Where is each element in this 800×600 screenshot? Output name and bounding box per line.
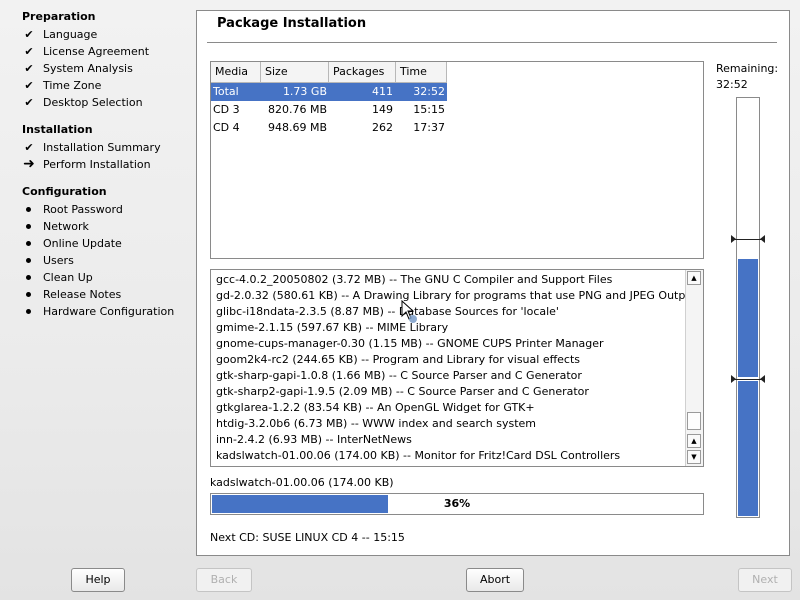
- column-header-time[interactable]: Time: [396, 62, 447, 82]
- mouse-cursor-icon: [401, 300, 417, 323]
- cell-time: 17:37: [413, 121, 445, 134]
- checkmark-icon: ✔: [24, 96, 34, 109]
- sidebar-item-network: Network: [43, 220, 89, 233]
- cell-media: CD 4: [213, 121, 240, 134]
- bullet-icon: [26, 275, 31, 280]
- list-item: inn-2.4.2 (6.93 MB) -- InterNetNews: [216, 433, 412, 446]
- cell-packages: 149: [372, 103, 393, 116]
- table-row[interactable]: CD 3 820.76 MB 149 15:15: [211, 101, 447, 119]
- sidebar-item-root-password: Root Password: [43, 203, 123, 216]
- column-header-size[interactable]: Size: [261, 62, 329, 82]
- sidebar-item-online-update: Online Update: [43, 237, 122, 250]
- remaining-time-bar: [731, 97, 765, 518]
- package-progress-bar: 36%: [210, 493, 704, 515]
- checkmark-icon: ✔: [24, 62, 34, 75]
- checkmark-icon: ✔: [24, 28, 34, 41]
- scrollbar-thumb[interactable]: [687, 412, 701, 430]
- help-button[interactable]: Help: [71, 568, 125, 592]
- next-button[interactable]: Next: [738, 568, 792, 592]
- checkmark-icon: ✔: [24, 79, 34, 92]
- bullet-icon: [26, 207, 31, 212]
- cd4-remaining-fill: [738, 381, 758, 516]
- sidebar-item-license-agreement: License Agreement: [43, 45, 150, 58]
- sidebar: Preparation ✔ Language ✔ License Agreeme…: [0, 0, 190, 560]
- sidebar-item-hardware-configuration: Hardware Configuration: [43, 305, 175, 318]
- list-item: kadslwatch-01.00.06 (174.00 KB) -- Monit…: [216, 449, 621, 462]
- sidebar-item-users: Users: [43, 254, 74, 267]
- list-item: htdig-3.2.0b6 (6.73 MB) -- WWW index and…: [216, 417, 536, 430]
- column-header-packages[interactable]: Packages: [329, 62, 396, 82]
- package-log[interactable]: gcc-4.0.2_20050802 (3.72 MB) -- The GNU …: [210, 269, 704, 467]
- list-item: gd-2.0.32 (580.61 KB) -- A Drawing Libra…: [216, 289, 697, 302]
- cell-size: 1.73 GB: [282, 85, 327, 98]
- list-item: gcc-4.0.2_20050802 (3.72 MB) -- The GNU …: [216, 273, 613, 286]
- sidebar-item-perform-installation: Perform Installation: [43, 158, 151, 171]
- remaining-time: Remaining: 32:52: [716, 61, 778, 93]
- remaining-value: 32:52: [716, 78, 748, 91]
- checkmark-icon: ✔: [24, 141, 34, 154]
- arrow-right-icon: ➜: [23, 156, 35, 172]
- section-title-preparation: Preparation: [22, 10, 96, 23]
- cell-packages: 262: [372, 121, 393, 134]
- bullet-icon: [26, 258, 31, 263]
- list-item: glibc-i18ndata-2.3.5 (8.87 MB) -- Databa…: [216, 305, 559, 318]
- cell-media: CD 3: [213, 103, 240, 116]
- bullet-icon: [26, 292, 31, 297]
- cell-time: 15:15: [413, 103, 445, 116]
- bullet-icon: [26, 224, 31, 229]
- list-item: gtkglarea-1.2.2 (83.54 KB) -- An OpenGL …: [216, 401, 535, 414]
- sidebar-item-time-zone: Time Zone: [43, 79, 102, 92]
- page-title: Package Installation: [217, 16, 367, 31]
- next-cd-label: Next CD: SUSE LINUX CD 4 -- 15:15: [210, 531, 405, 544]
- cd3-remaining-fill: [738, 259, 758, 377]
- cell-media: Total: [213, 85, 239, 98]
- cd-boundary-marker: [731, 375, 765, 383]
- scroll-up-arrow-icon[interactable]: ▲: [687, 271, 701, 285]
- sidebar-item-system-analysis: System Analysis: [43, 62, 133, 75]
- scroll-up-arrow-icon[interactable]: ▲: [687, 434, 701, 448]
- back-button[interactable]: Back: [196, 568, 252, 592]
- table-row[interactable]: CD 4 948.69 MB 262 17:37: [211, 119, 447, 137]
- cd-boundary-marker: [731, 235, 765, 243]
- abort-button[interactable]: Abort: [466, 568, 524, 592]
- sidebar-item-clean-up: Clean Up: [43, 271, 93, 284]
- cell-size: 948.69 MB: [267, 121, 327, 134]
- progress-percent: 36%: [443, 497, 471, 510]
- bullet-icon: [26, 241, 31, 246]
- sidebar-item-language: Language: [43, 28, 98, 41]
- cell-packages: 411: [372, 85, 393, 98]
- checkmark-icon: ✔: [24, 45, 34, 58]
- vertical-scrollbar[interactable]: ▲ ▲ ▼: [685, 270, 703, 466]
- sidebar-item-installation-summary: Installation Summary: [43, 141, 161, 154]
- scroll-down-arrow-icon[interactable]: ▼: [687, 450, 701, 464]
- list-item: gnome-cups-manager-0.30 (1.15 MB) -- GNO…: [216, 337, 604, 350]
- cell-size: 820.76 MB: [267, 103, 327, 116]
- list-item: gtk-sharp2-gapi-1.9.5 (2.09 MB) -- C Sou…: [216, 385, 589, 398]
- bullet-icon: [26, 309, 31, 314]
- section-title-configuration: Configuration: [22, 185, 107, 198]
- column-header-media[interactable]: Media: [211, 62, 261, 82]
- list-item: gtk-sharp-gapi-1.0.8 (1.66 MB) -- C Sour…: [216, 369, 582, 382]
- current-package-label: kadslwatch-01.00.06 (174.00 KB): [210, 476, 394, 489]
- title-divider: [207, 42, 777, 43]
- list-item: goom2k4-rc2 (244.65 KB) -- Program and L…: [216, 353, 581, 366]
- section-title-installation: Installation: [22, 123, 93, 136]
- sidebar-item-release-notes: Release Notes: [43, 288, 122, 301]
- cell-time: 32:52: [413, 85, 445, 98]
- remaining-label: Remaining:: [716, 62, 779, 75]
- table-row-total[interactable]: Total 1.73 GB 411 32:52: [211, 83, 447, 101]
- table-header: Media Size Packages Time: [211, 62, 447, 83]
- main-panel: Package Installation Media Size Packages…: [196, 10, 790, 556]
- media-table[interactable]: Media Size Packages Time Total 1.73 GB 4…: [210, 61, 704, 259]
- sidebar-item-desktop-selection: Desktop Selection: [43, 96, 143, 109]
